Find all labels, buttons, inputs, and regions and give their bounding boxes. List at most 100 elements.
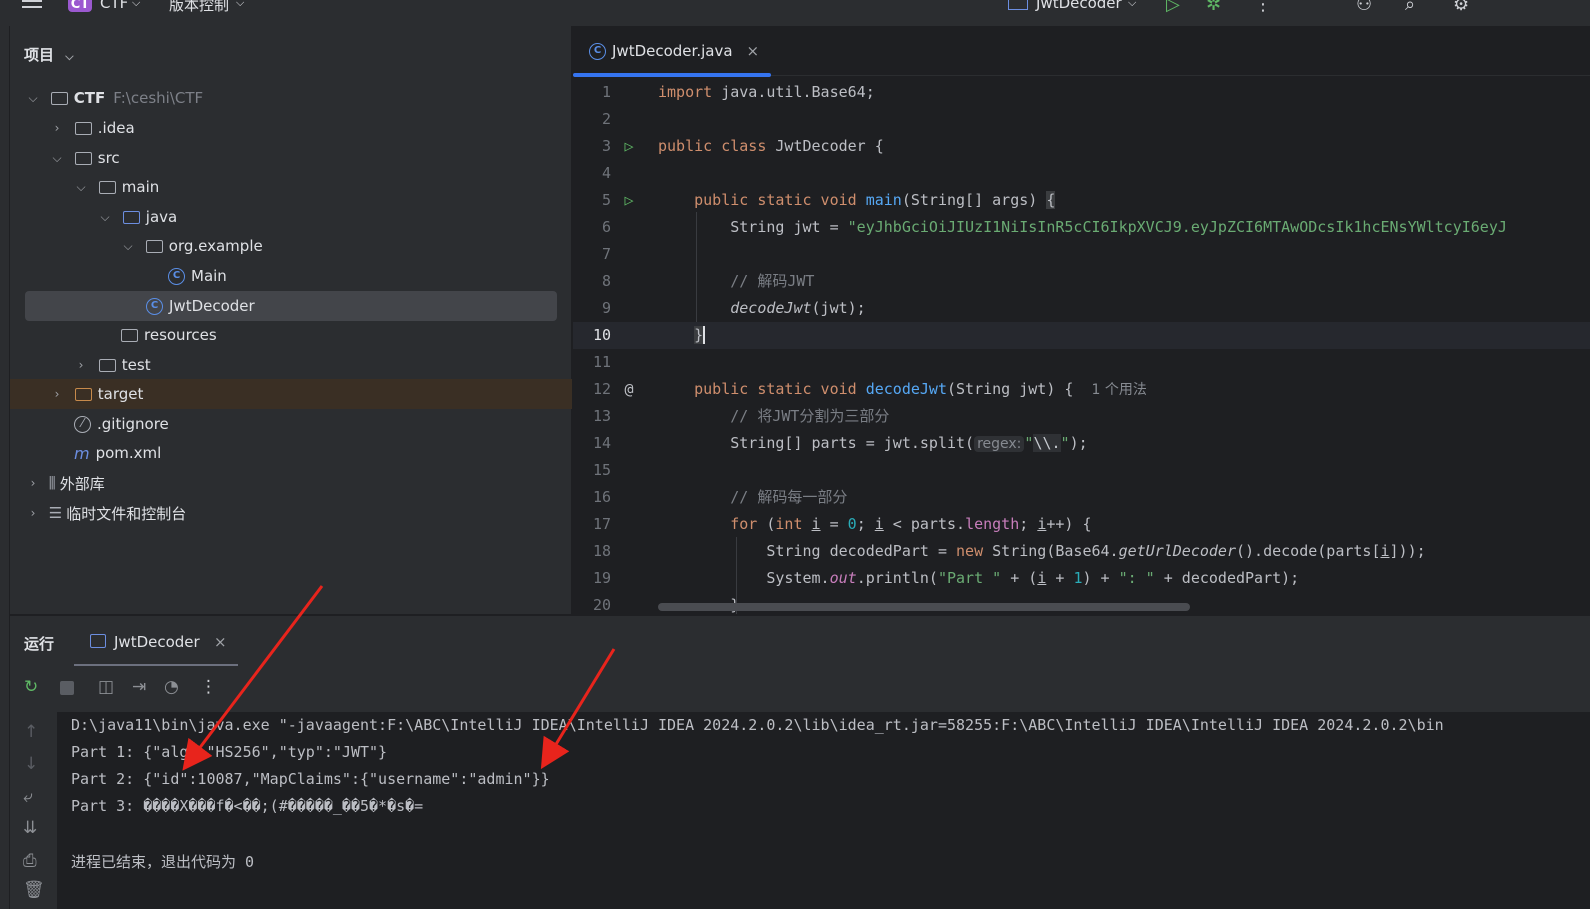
chevron-right-icon[interactable]: › (50, 387, 64, 401)
rerun-icon[interactable]: ↻ (24, 677, 38, 697)
main-menu-icon[interactable] (22, 0, 42, 12)
chevron-down-icon[interactable]: ⌵ (121, 239, 135, 254)
tree-label: java (146, 208, 177, 226)
tree-label: CTF (74, 89, 106, 107)
tree-item-main[interactable]: ⌵ main (74, 172, 159, 202)
class-icon: C (146, 298, 163, 315)
chevron-down-icon[interactable]: ⌵ (74, 180, 88, 195)
console-icon (90, 634, 106, 648)
tree-item-target[interactable]: › target (10, 379, 572, 409)
project-name[interactable]: CTF (100, 0, 128, 12)
soft-wrap-icon[interactable]: ⤶ (23, 787, 33, 807)
print-icon[interactable]: ⎙ (23, 851, 37, 871)
more-options-icon[interactable]: ⋮ (1254, 0, 1272, 15)
console-line: 进程已结束，退出代码为 0 (71, 851, 254, 872)
module-folder-icon (51, 92, 68, 105)
project-panel: 项目 ⌵ ⌵ CTF F:\ceshi\CTF › .idea ⌵ src ⌵ … (10, 26, 572, 614)
code-line: 6 String jwt = "eyJhbGciOiJIUzI1NiIsInR5… (573, 214, 1590, 241)
chevron-down-icon[interactable]: ⌵ (132, 0, 140, 10)
chevron-right-icon[interactable]: › (26, 506, 40, 520)
usage-gutter-icon[interactable]: @ (619, 376, 639, 403)
tab-label: JwtDecoder.java (612, 42, 733, 60)
tree-item-test[interactable]: › test (74, 350, 151, 380)
tree-item-resources[interactable]: resources (121, 320, 217, 350)
code-line: 12 @ public static void decodeJwt(String … (573, 376, 1590, 403)
close-icon[interactable]: × (747, 42, 760, 60)
code-line: 7 (573, 241, 1590, 268)
tab-run-jwtdecoder[interactable]: JwtDecoder × (74, 616, 238, 667)
tree-label: Main (191, 267, 227, 285)
code-line-current: 10 } (573, 322, 1590, 349)
tab-jwtdecoder-java[interactable]: C JwtDecoder.java × (573, 26, 771, 76)
run-icon[interactable]: ▷ (1166, 0, 1180, 15)
chevron-down-icon[interactable]: ⌵ (50, 151, 64, 166)
package-icon (146, 240, 163, 253)
tree-label: .idea (98, 119, 135, 137)
arrow-up-icon[interactable]: ↑ (24, 722, 38, 742)
arrow-down-icon[interactable]: ↓ (24, 754, 38, 774)
tree-item-package[interactable]: ⌵ org.example (121, 231, 263, 261)
debug-icon[interactable]: ✲ (1206, 0, 1221, 15)
chevron-right-icon[interactable]: › (26, 476, 40, 490)
tree-item-main-class[interactable]: C Main (168, 261, 227, 291)
project-badge[interactable]: CT (68, 0, 92, 12)
project-panel-title[interactable]: 项目 ⌵ (24, 44, 74, 65)
stop-icon[interactable] (60, 681, 74, 695)
tree-label: main (122, 178, 159, 196)
more-options-icon[interactable]: ⋮ (200, 677, 217, 697)
tree-item-external-libraries[interactable]: › ⫼ 外部库 (26, 468, 105, 498)
tree-item-idea[interactable]: › .idea (50, 113, 135, 143)
tree-label: 临时文件和控制台 (66, 503, 186, 524)
tree-label: pom.xml (96, 444, 162, 462)
add-user-icon[interactable]: ⚇ (1356, 0, 1372, 15)
folder-icon (75, 152, 92, 165)
run-gutter-icon[interactable]: ▷ (619, 133, 639, 160)
close-icon[interactable]: × (214, 633, 227, 651)
search-icon[interactable]: ⌕ (1405, 0, 1415, 15)
chevron-down-icon[interactable]: ⌵ (65, 50, 73, 63)
chevron-down-icon[interactable]: ⌵ (26, 91, 40, 106)
settings-icon[interactable]: ⚙ (1453, 0, 1469, 15)
tree-item-ctf[interactable]: ⌵ CTF F:\ceshi\CTF (26, 83, 203, 113)
chevron-right-icon[interactable]: › (74, 358, 88, 372)
run-panel-title[interactable]: 运行 (24, 633, 54, 654)
chevron-right-icon[interactable]: › (50, 121, 64, 135)
left-tool-strip (0, 26, 10, 909)
run-gutter-icon[interactable]: ▷ (619, 187, 639, 214)
tree-item-pom[interactable]: m pom.xml (74, 438, 161, 468)
class-icon: C (168, 268, 185, 285)
profiler-icon[interactable]: ◔ (164, 677, 179, 697)
chevron-down-icon[interactable]: ⌵ (98, 210, 112, 225)
tree-label: .gitignore (97, 415, 169, 433)
folder-icon (75, 122, 92, 135)
restore-layout-icon[interactable]: ⇥ (132, 677, 146, 697)
chevron-down-icon[interactable]: ⌵ (236, 0, 244, 10)
trash-icon[interactable]: 🗑 (23, 880, 45, 900)
screenshot-icon[interactable]: ◫ (98, 677, 114, 697)
tree-label: 外部库 (60, 473, 105, 494)
chevron-down-icon[interactable]: ⌵ (1128, 0, 1136, 10)
tree-item-gitignore[interactable]: ⁄ .gitignore (74, 409, 169, 439)
tree-item-scratches[interactable]: › ☰ 临时文件和控制台 (26, 498, 186, 528)
tree-path: F:\ceshi\CTF (113, 89, 203, 107)
tree-item-jwtdecoder[interactable]: C JwtDecoder (25, 291, 557, 321)
code-line: 16 // 解码每一部分 (573, 484, 1590, 511)
horizontal-scrollbar[interactable] (658, 603, 1190, 611)
tree-label: target (98, 385, 144, 403)
console-line: Part 3: ����X���f�<��;(#�����_��5�*�s�= (71, 797, 423, 815)
vcs-menu[interactable]: 版本控制 (169, 0, 229, 15)
folder-icon (99, 181, 116, 194)
code-line: 4 (573, 160, 1590, 187)
code-editor[interactable]: 1 import java.util.Base64; 2 3 ▷ public cla… (573, 77, 1590, 614)
tree-item-src[interactable]: ⌵ src (50, 143, 120, 173)
tree-item-java[interactable]: ⌵ java (98, 202, 177, 232)
console-output[interactable]: D:\java11\bin\java.exe "-javaagent:F:\AB… (10, 712, 1590, 909)
tree-label: org.example (169, 237, 263, 255)
run-config-selector[interactable]: JwtDecoder (1036, 0, 1122, 12)
excluded-folder-icon (75, 388, 92, 401)
run-toolbar: ↻ ◫ ⇥ ◔ ⋮ (10, 666, 1590, 712)
console-line: Part 1: {"alg":"HS256","typ":"JWT"} (71, 743, 387, 761)
editor-tab-bar: C JwtDecoder.java × (573, 26, 1590, 76)
code-line: 3 ▷ public class JwtDecoder { (573, 133, 1590, 160)
scroll-to-end-icon[interactable]: ⇊ (23, 818, 37, 838)
